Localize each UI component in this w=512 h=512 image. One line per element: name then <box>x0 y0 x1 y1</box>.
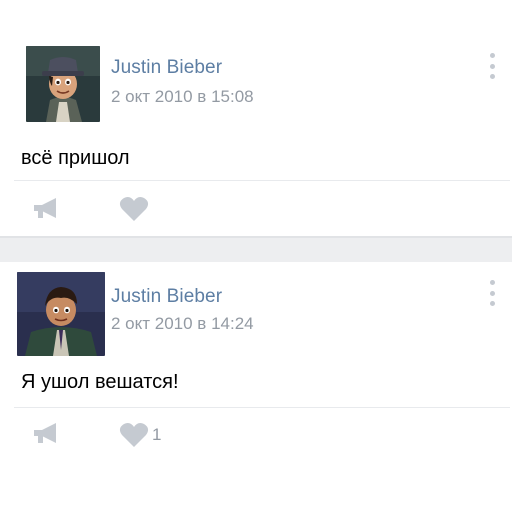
heart-like-icon[interactable] <box>119 196 149 222</box>
wall-post: Justin Bieber 2 окт 2010 в 14:24 Я ушол … <box>0 262 512 512</box>
divider <box>14 180 510 181</box>
divider <box>14 407 510 408</box>
avatar[interactable] <box>26 46 100 122</box>
heart-like-icon[interactable] <box>119 422 149 448</box>
more-options-icon[interactable] <box>486 53 498 79</box>
post-date: 2 окт 2010 в 15:08 <box>111 87 254 106</box>
avatar[interactable] <box>17 272 105 356</box>
post-separator <box>0 236 512 264</box>
more-options-icon[interactable] <box>486 280 498 306</box>
cartoon-boy-with-hat-avatar <box>26 46 100 122</box>
post-text: Я ушол вешатся! <box>21 371 179 393</box>
like-count: 1 <box>152 425 162 444</box>
megaphone-share-icon[interactable] <box>32 197 62 219</box>
author-name[interactable]: Justin Bieber <box>111 57 222 79</box>
post-text: всё пришол <box>21 147 130 169</box>
wall-post: Justin Bieber 2 окт 2010 в 15:08 всё при… <box>0 0 512 236</box>
post-date: 2 окт 2010 в 14:24 <box>111 314 254 333</box>
megaphone-share-icon[interactable] <box>32 422 62 444</box>
cartoon-boy-in-jacket-avatar <box>17 272 105 356</box>
author-name[interactable]: Justin Bieber <box>111 286 222 308</box>
